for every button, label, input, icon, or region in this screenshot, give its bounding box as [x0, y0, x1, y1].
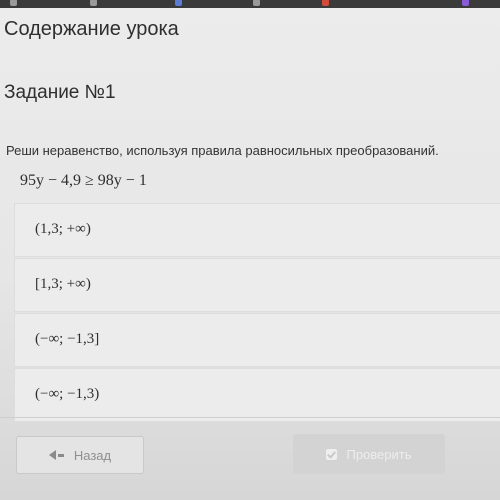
- back-button[interactable]: Назад: [16, 436, 144, 474]
- answer-option-label: (1,3; +∞): [35, 221, 91, 237]
- bookmark-icon: [90, 0, 97, 7]
- bookmarks-bar: [0, 0, 500, 8]
- arrow-left-icon: [48, 450, 56, 460]
- check-button-label: Проверить: [346, 446, 412, 462]
- bookmark-item[interactable]: [322, 0, 332, 7]
- bookmark-item[interactable]: [90, 0, 100, 7]
- task-title: Задание №1: [4, 82, 116, 103]
- bookmark-item[interactable]: [462, 0, 472, 7]
- bookmark-item[interactable]: [175, 0, 185, 7]
- bookmark-item[interactable]: [10, 0, 20, 7]
- answer-option[interactable]: [1,3; +∞): [14, 258, 500, 312]
- answer-option[interactable]: (−∞; −1,3]: [14, 313, 500, 367]
- bookmark-item[interactable]: [253, 0, 263, 7]
- page-heading: Содержание урока: [4, 18, 179, 40]
- bookmark-icon: [322, 0, 329, 7]
- answer-option[interactable]: (1,3; +∞): [14, 203, 500, 257]
- footer-divider: [0, 417, 500, 418]
- answer-option-label: (−∞; −1,3]: [35, 331, 100, 347]
- bookmark-icon: [10, 0, 17, 7]
- bookmark-icon: [175, 0, 182, 7]
- inequality-expression: 95y − 4,9 ≥ 98y − 1: [20, 172, 147, 189]
- task-instruction: Реши неравенство, используя правила равн…: [6, 143, 439, 158]
- checkmark-icon: [326, 448, 338, 460]
- bookmark-icon: [462, 0, 469, 7]
- back-button-label: Назад: [73, 447, 112, 463]
- screen: Содержание урока Задание №1 Реши неравен…: [0, 0, 500, 500]
- bookmark-icon: [253, 0, 260, 7]
- check-button[interactable]: Проверить: [293, 434, 445, 474]
- answer-option-label: [1,3; +∞): [35, 276, 91, 292]
- answer-option-label: (−∞; −1,3): [35, 386, 100, 402]
- answer-options: (1,3; +∞) [1,3; +∞) (−∞; −1,3] (−∞; −1,3…: [14, 203, 500, 423]
- answer-option[interactable]: (−∞; −1,3): [14, 368, 500, 422]
- arrow-left-icon-stem: [57, 453, 64, 457]
